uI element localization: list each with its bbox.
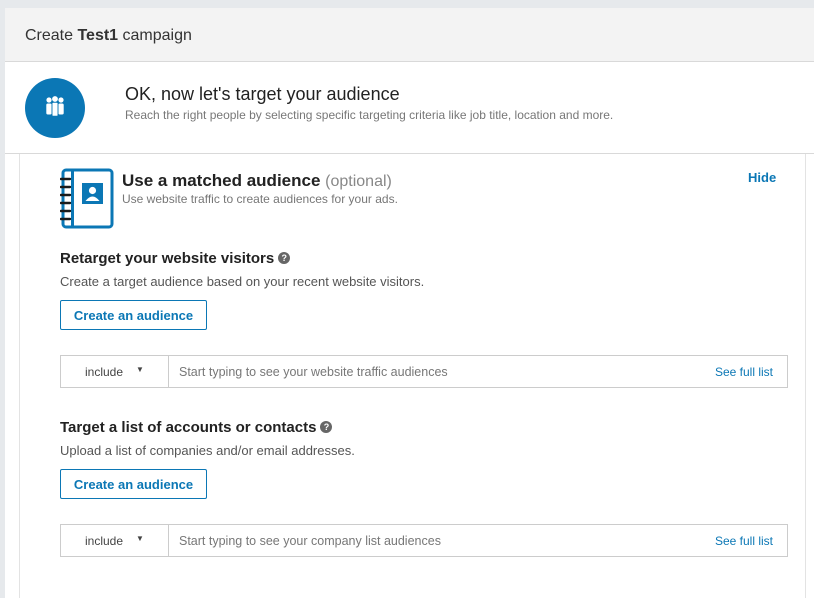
hide-link[interactable]: Hide bbox=[748, 170, 776, 185]
intro-section: OK, now let's target your audience Reach… bbox=[5, 62, 814, 154]
page-header: Create Test1 campaign bbox=[5, 8, 814, 62]
website-audience-search-row: include ▼ See full list bbox=[60, 355, 788, 388]
company-list-search-input[interactable] bbox=[170, 525, 690, 556]
question-circle-icon[interactable]: ? bbox=[278, 252, 291, 265]
contact-book-icon bbox=[59, 168, 114, 235]
intro-subtitle: Reach the right people by selecting spec… bbox=[125, 108, 614, 122]
retarget-title: Retarget your website visitors bbox=[60, 250, 275, 267]
create-audience-button-accounts[interactable]: Create an audience bbox=[60, 469, 207, 499]
website-audience-search-input[interactable] bbox=[170, 356, 690, 387]
caret-down-icon: ▼ bbox=[136, 534, 144, 543]
accounts-heading: Target a list of accounts or contacts? bbox=[60, 419, 333, 436]
page-title: Create Test1 campaign bbox=[25, 27, 192, 45]
targeting-panel-body: Use a matched audience (optional) Use we… bbox=[19, 154, 806, 598]
matched-audience-subtitle: Use website traffic to create audiences … bbox=[122, 192, 398, 206]
include-dropdown-accounts[interactable]: include ▼ bbox=[61, 525, 169, 556]
matched-audience-title: Use a matched audience bbox=[122, 171, 321, 190]
create-audience-button-retarget[interactable]: Create an audience bbox=[60, 300, 207, 330]
accounts-title: Target a list of accounts or contacts bbox=[60, 419, 317, 436]
see-full-list-link-retarget[interactable]: See full list bbox=[715, 365, 773, 379]
matched-audience-heading: Use a matched audience (optional) bbox=[122, 171, 392, 191]
see-full-list-link-accounts[interactable]: See full list bbox=[715, 534, 773, 548]
question-circle-icon[interactable]: ? bbox=[320, 421, 333, 434]
targeting-panel: Use a matched audience (optional) Use we… bbox=[5, 154, 814, 598]
title-suffix: campaign bbox=[118, 27, 192, 44]
retarget-description: Create a target audience based on your r… bbox=[60, 274, 425, 289]
optional-label: (optional) bbox=[325, 173, 392, 190]
company-list-search-row: include ▼ See full list bbox=[60, 524, 788, 557]
title-prefix: Create bbox=[25, 27, 78, 44]
include-dropdown-value: include bbox=[85, 365, 124, 379]
accounts-description: Upload a list of companies and/or email … bbox=[60, 443, 355, 458]
audience-group-icon bbox=[25, 78, 85, 138]
intro-title: OK, now let's target your audience bbox=[125, 84, 400, 104]
retarget-heading: Retarget your website visitors? bbox=[60, 250, 291, 267]
campaign-name: Test1 bbox=[77, 27, 119, 44]
caret-down-icon: ▼ bbox=[136, 365, 144, 374]
include-dropdown-value: include bbox=[85, 534, 124, 548]
include-dropdown-retarget[interactable]: include ▼ bbox=[61, 356, 169, 387]
